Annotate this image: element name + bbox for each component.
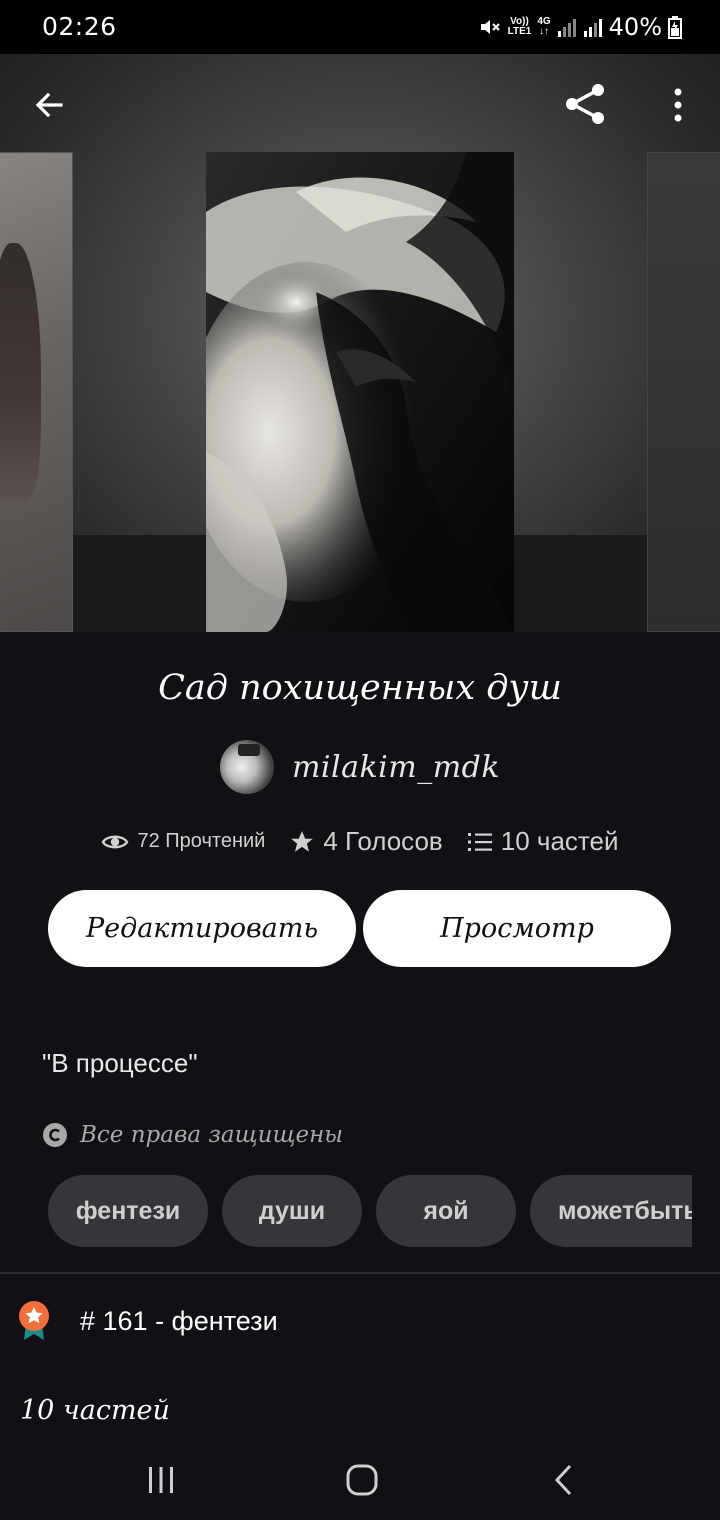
back-button[interactable]	[26, 82, 72, 128]
recent-apps-button[interactable]	[131, 1458, 191, 1502]
parts-count-stat: 10 частей	[500, 826, 619, 856]
reads-stat: 72 Прочтений	[101, 830, 265, 853]
ranking-row[interactable]: # 161 - фентези	[16, 1300, 278, 1342]
tag-chip[interactable]: фентези	[48, 1175, 208, 1247]
copyright-row: Все права защищены	[42, 1122, 343, 1148]
network-type: 4G ↓↑	[537, 16, 551, 37]
ranking-text[interactable]: # 161 - фентези	[80, 1306, 278, 1337]
author-avatar[interactable]	[219, 740, 274, 794]
copyright-text: Все права защищены	[80, 1122, 343, 1148]
battery-level: 40%	[608, 13, 662, 41]
preview-button[interactable]: Просмотр	[363, 890, 671, 967]
votes-count: 4 Голосов	[323, 826, 443, 856]
status-icons: Vo)) LTE1 4G ↓↑ 40%	[478, 12, 682, 42]
book-title: Сад похищенных душ	[158, 668, 562, 708]
reads-count: 72 Прочтений	[137, 830, 266, 852]
share-button[interactable]	[562, 80, 610, 128]
volte-indicator: Vo)) LTE1	[507, 16, 532, 37]
more-vertical-icon	[674, 88, 682, 122]
tag-chip[interactable]: яой	[376, 1175, 516, 1247]
home-button[interactable]	[332, 1458, 392, 1502]
mute-icon	[480, 20, 500, 34]
recent-apps-icon	[149, 1467, 173, 1493]
status-bar: 02:26 Vo)) LTE1 4G ↓↑ 40%	[0, 0, 720, 54]
signal-icon-2	[583, 19, 602, 37]
previous-cover-art	[0, 243, 41, 503]
stats-row: 72 Прочтений 4 Голосов 10 частей	[0, 826, 720, 857]
author-row[interactable]: milakim_mdk	[0, 740, 720, 794]
home-icon	[346, 1464, 378, 1496]
book-cover[interactable]	[206, 152, 514, 632]
status-time: 02:26	[42, 12, 117, 41]
eye-icon	[102, 835, 129, 848]
previous-cover[interactable]	[0, 152, 73, 632]
copyright-icon	[43, 1123, 67, 1147]
table-of-contents-header[interactable]: 10 частей	[20, 1395, 170, 1426]
section-divider	[0, 1272, 720, 1274]
edit-button[interactable]: Редактировать	[48, 890, 356, 967]
ranking-badge-icon	[19, 1301, 49, 1340]
share-icon	[566, 84, 604, 124]
system-navigation-bar	[0, 1440, 720, 1520]
tag-chip[interactable]: можетбыть	[530, 1175, 692, 1247]
next-cover[interactable]	[647, 152, 720, 632]
tags-list[interactable]: фентези души яой можетбыть	[48, 1175, 692, 1247]
list-icon	[467, 832, 492, 851]
star-icon	[291, 830, 314, 852]
parts-stat: 10 частей	[467, 826, 619, 857]
story-status: "В процессе"	[42, 1048, 198, 1078]
arrow-left-icon	[35, 92, 63, 118]
battery-icon	[668, 16, 682, 39]
chevron-left-icon	[554, 1464, 572, 1496]
author-name[interactable]: milakim_mdk	[292, 750, 500, 785]
more-options-button[interactable]	[660, 82, 696, 128]
book-cover-art	[206, 152, 514, 632]
tag-chip[interactable]: души	[222, 1175, 362, 1247]
votes-stat: 4 Голосов	[289, 826, 443, 857]
back-nav-button[interactable]	[534, 1458, 594, 1502]
signal-icon	[557, 19, 576, 37]
cover-carousel	[0, 54, 720, 632]
